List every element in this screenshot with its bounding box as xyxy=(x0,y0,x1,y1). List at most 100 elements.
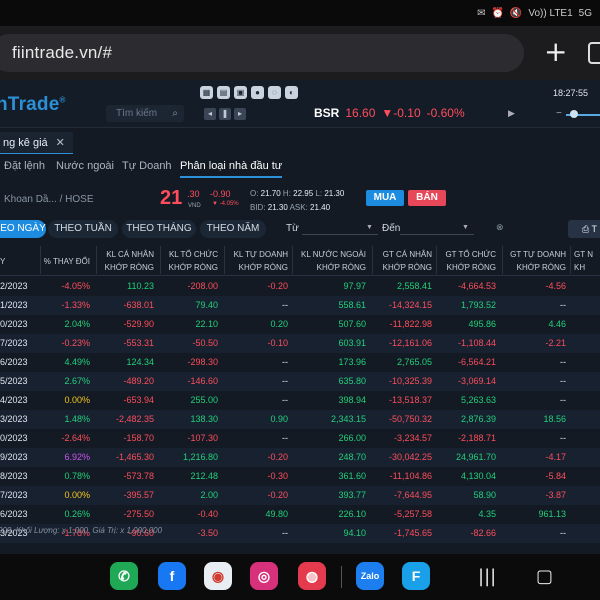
zalo-app-icon[interactable]: Zalo xyxy=(356,562,384,590)
table-cell: -3,069.14 xyxy=(457,376,496,386)
from-date-select[interactable] xyxy=(302,234,378,235)
subnav-order[interactable]: Đặt lệnh xyxy=(4,160,45,172)
table-row[interactable]: 2/2023 -4.05% 110.23 -208.00 -0.20 97.97 2,558… xyxy=(0,277,600,296)
col-kl-institution[interactable]: KL TỔ CHỨC KHỚP RÒNG xyxy=(160,248,218,274)
home-button[interactable]: ▢ xyxy=(536,566,553,587)
instagram-app-icon[interactable]: ◎ xyxy=(250,562,278,590)
to-date-select[interactable] xyxy=(400,234,474,235)
table-row[interactable]: 0/2023 -2.64% -158.70 -107.30 -- 266.00 -3,234… xyxy=(0,429,600,448)
fiintrade-app-icon[interactable]: F xyxy=(402,562,430,590)
new-tab-button[interactable]: + xyxy=(544,38,570,68)
table-cell: -- xyxy=(560,433,566,443)
camera-app-icon[interactable]: ◍ xyxy=(298,562,326,590)
col-gt-individual[interactable]: GT CÁ NHÂN KHỚP RÒNG xyxy=(372,248,432,274)
table-row[interactable]: 7/2023 0.00% -395.57 2.00 -0.20 393.77 -7,644.… xyxy=(0,486,600,505)
table-cell: -573.78 xyxy=(123,471,154,481)
settings-icon[interactable]: ◐ xyxy=(285,86,298,99)
status-bar: ✉ ⏰ 🔇 Vo)) LTE1 5G xyxy=(0,0,600,26)
period-daily[interactable]: EO NGÀY xyxy=(0,220,46,238)
workspace-tabs: ng kê giá ✕ xyxy=(0,132,600,154)
zoom-slider-knob[interactable] xyxy=(570,110,578,118)
facebook-app-icon[interactable]: f xyxy=(158,562,186,590)
table-row[interactable]: 6/2023 4.49% 124.34 -298.30 -- 173.96 2,765.05… xyxy=(0,353,600,372)
power-icon[interactable]: ◌ xyxy=(268,86,281,99)
table-cell: 49.80 xyxy=(265,509,288,519)
phone-app-icon[interactable]: ✆ xyxy=(110,562,138,590)
table-cell: -0.20 xyxy=(267,490,288,500)
table-cell: 0.00% xyxy=(64,490,90,500)
buy-button[interactable]: MUA xyxy=(366,190,404,206)
table-cell: -50,750.32 xyxy=(388,414,432,424)
grid-icon[interactable]: ▤ xyxy=(217,86,230,99)
next-icon[interactable]: ▸ xyxy=(234,108,246,120)
table-row[interactable]: 4/2023 0.00% -653.94 255.00 -- 398.94 -13,518.… xyxy=(0,391,600,410)
table-row[interactable]: 6/2023 0.26% -275.50 -0.40 49.80 226.10 -5,257… xyxy=(0,505,600,524)
table-cell: -0.40 xyxy=(197,509,218,519)
alarm-icon: ⏰ xyxy=(491,7,504,19)
col-pct-change[interactable]: % THAY ĐỔI xyxy=(40,255,90,268)
table-cell: -638.01 xyxy=(123,300,154,310)
subnav-investor-type[interactable]: Phân loại nhà đầu tư xyxy=(180,160,283,178)
table-cell: -395.57 xyxy=(123,490,154,500)
table-cell: -- xyxy=(282,395,288,405)
fiintrade-app: nTrade® ▦ ▤ ▣ ● ◌ ◐ Tìm kiếm ⌕ ◂ ❚ ▸ BSR… xyxy=(0,80,600,554)
print-button[interactable]: ⎙ T xyxy=(568,220,600,238)
table-row[interactable]: 8/2023 0.78% -573.78 212.48 -0.30 361.60 -11,1… xyxy=(0,467,600,486)
recents-button[interactable]: ||| xyxy=(478,566,496,587)
url-text[interactable]: fiintrade.vn/# xyxy=(12,43,112,63)
period-yearly[interactable]: THEO NĂM xyxy=(200,220,266,238)
calendar-icon[interactable]: ▣ xyxy=(234,86,247,99)
table-row[interactable]: 9/2023 6.92% -1,465.30 1,216.80 -0.20 248.70 -… xyxy=(0,448,600,467)
prev-icon[interactable]: ◂ xyxy=(204,108,216,120)
col-kl-foreign[interactable]: KL NƯỚC NGOÀI KHỚP RÒNG xyxy=(292,248,366,274)
table-row[interactable]: 3/2023 1.48% -2,482.35 138.30 0.90 2,343.15 -5… xyxy=(0,410,600,429)
table-cell: 0.26% xyxy=(64,509,90,519)
table-cell: 1.48% xyxy=(64,414,90,424)
table-cell: 4,130.04 xyxy=(460,471,496,481)
search-icon: ⌕ xyxy=(172,108,178,119)
period-selector: EO NGÀY THEO TUẦN THEO THÁNG THEO NĂM Từ… xyxy=(0,220,600,238)
browser-toolbar: fiintrade.vn/# + xyxy=(0,26,600,80)
calculator-icon[interactable]: ▦ xyxy=(200,86,213,99)
close-tab-icon[interactable]: ✕ xyxy=(56,137,65,149)
col-kl-proprietary[interactable]: KL TỰ DOANH KHỚP RÒNG xyxy=(224,248,288,274)
table-row[interactable]: 0/2023 2.04% -529.90 22.10 0.20 507.60 -11,822… xyxy=(0,315,600,334)
from-chevron-down-icon[interactable]: ▼ xyxy=(366,224,373,231)
col-gt-proprietary[interactable]: GT TỰ DOANH KHỚP RÒNG xyxy=(502,248,566,274)
sell-button[interactable]: BÁN xyxy=(408,190,446,206)
table-row[interactable]: 7/2023 -0.23% -553.31 -50.50 -0.10 603.91 -12,… xyxy=(0,334,600,353)
table-cell: 2,876.39 xyxy=(460,414,496,424)
chrome-app-icon[interactable]: ◉ xyxy=(204,562,232,590)
table-cell: 5,263.63 xyxy=(460,395,496,405)
ticker-tape[interactable]: BSR 16.60 ▼-0.10 -0.60% xyxy=(314,106,465,120)
ticker-change: ▼-0.10 xyxy=(381,106,421,120)
table-cell: -0.20 xyxy=(267,452,288,462)
tab-switcher-button[interactable] xyxy=(588,42,600,64)
col-gt-foreign[interactable]: GT N KH xyxy=(574,248,600,274)
col-gt-institution[interactable]: GT TỔ CHỨC KHỚP RÒNG xyxy=(436,248,496,274)
fiintrade-logo[interactable]: nTrade® xyxy=(0,94,66,116)
stock-change-percent: ▼ -4.05% xyxy=(212,201,239,207)
col-kl-individual[interactable]: KL CÁ NHÂN KHỚP RÒNG xyxy=(96,248,154,274)
to-chevron-down-icon[interactable]: ▼ xyxy=(462,224,469,231)
pause-icon[interactable]: ❚ xyxy=(219,108,231,120)
table-cell: -- xyxy=(560,376,566,386)
info-icon[interactable]: ● xyxy=(251,86,264,99)
table-cell: 4.49% xyxy=(64,357,90,367)
period-monthly[interactable]: THEO THÁNG xyxy=(122,220,196,238)
table-cell: 558.61 xyxy=(338,300,366,310)
tab-price-stats[interactable]: ng kê giá ✕ xyxy=(0,132,73,154)
col-date[interactable]: Y xyxy=(0,255,5,268)
subnav-foreign[interactable]: Nước ngoài xyxy=(56,160,114,172)
table-cell: 18.56 xyxy=(543,414,566,424)
period-weekly[interactable]: THEO TUẦN xyxy=(48,220,118,238)
table-cell: 4.46 xyxy=(548,319,566,329)
table-cell: -- xyxy=(560,528,566,538)
table-row[interactable]: 5/2023 2.67% -489.20 -146.60 -- 635.80 -10,325… xyxy=(0,372,600,391)
ticker-next-icon[interactable]: ▶ xyxy=(508,108,515,119)
table-row[interactable]: 1/2023 -1.33% -638.01 79.40 -- 558.61 -14,324.… xyxy=(0,296,600,315)
subnav-proprietary[interactable]: Tự Doanh xyxy=(122,160,172,172)
zoom-out-icon[interactable]: − xyxy=(556,108,562,119)
search-input[interactable]: Tìm kiếm ⌕ xyxy=(106,105,184,122)
clear-icon[interactable]: ⊗ xyxy=(496,222,504,233)
